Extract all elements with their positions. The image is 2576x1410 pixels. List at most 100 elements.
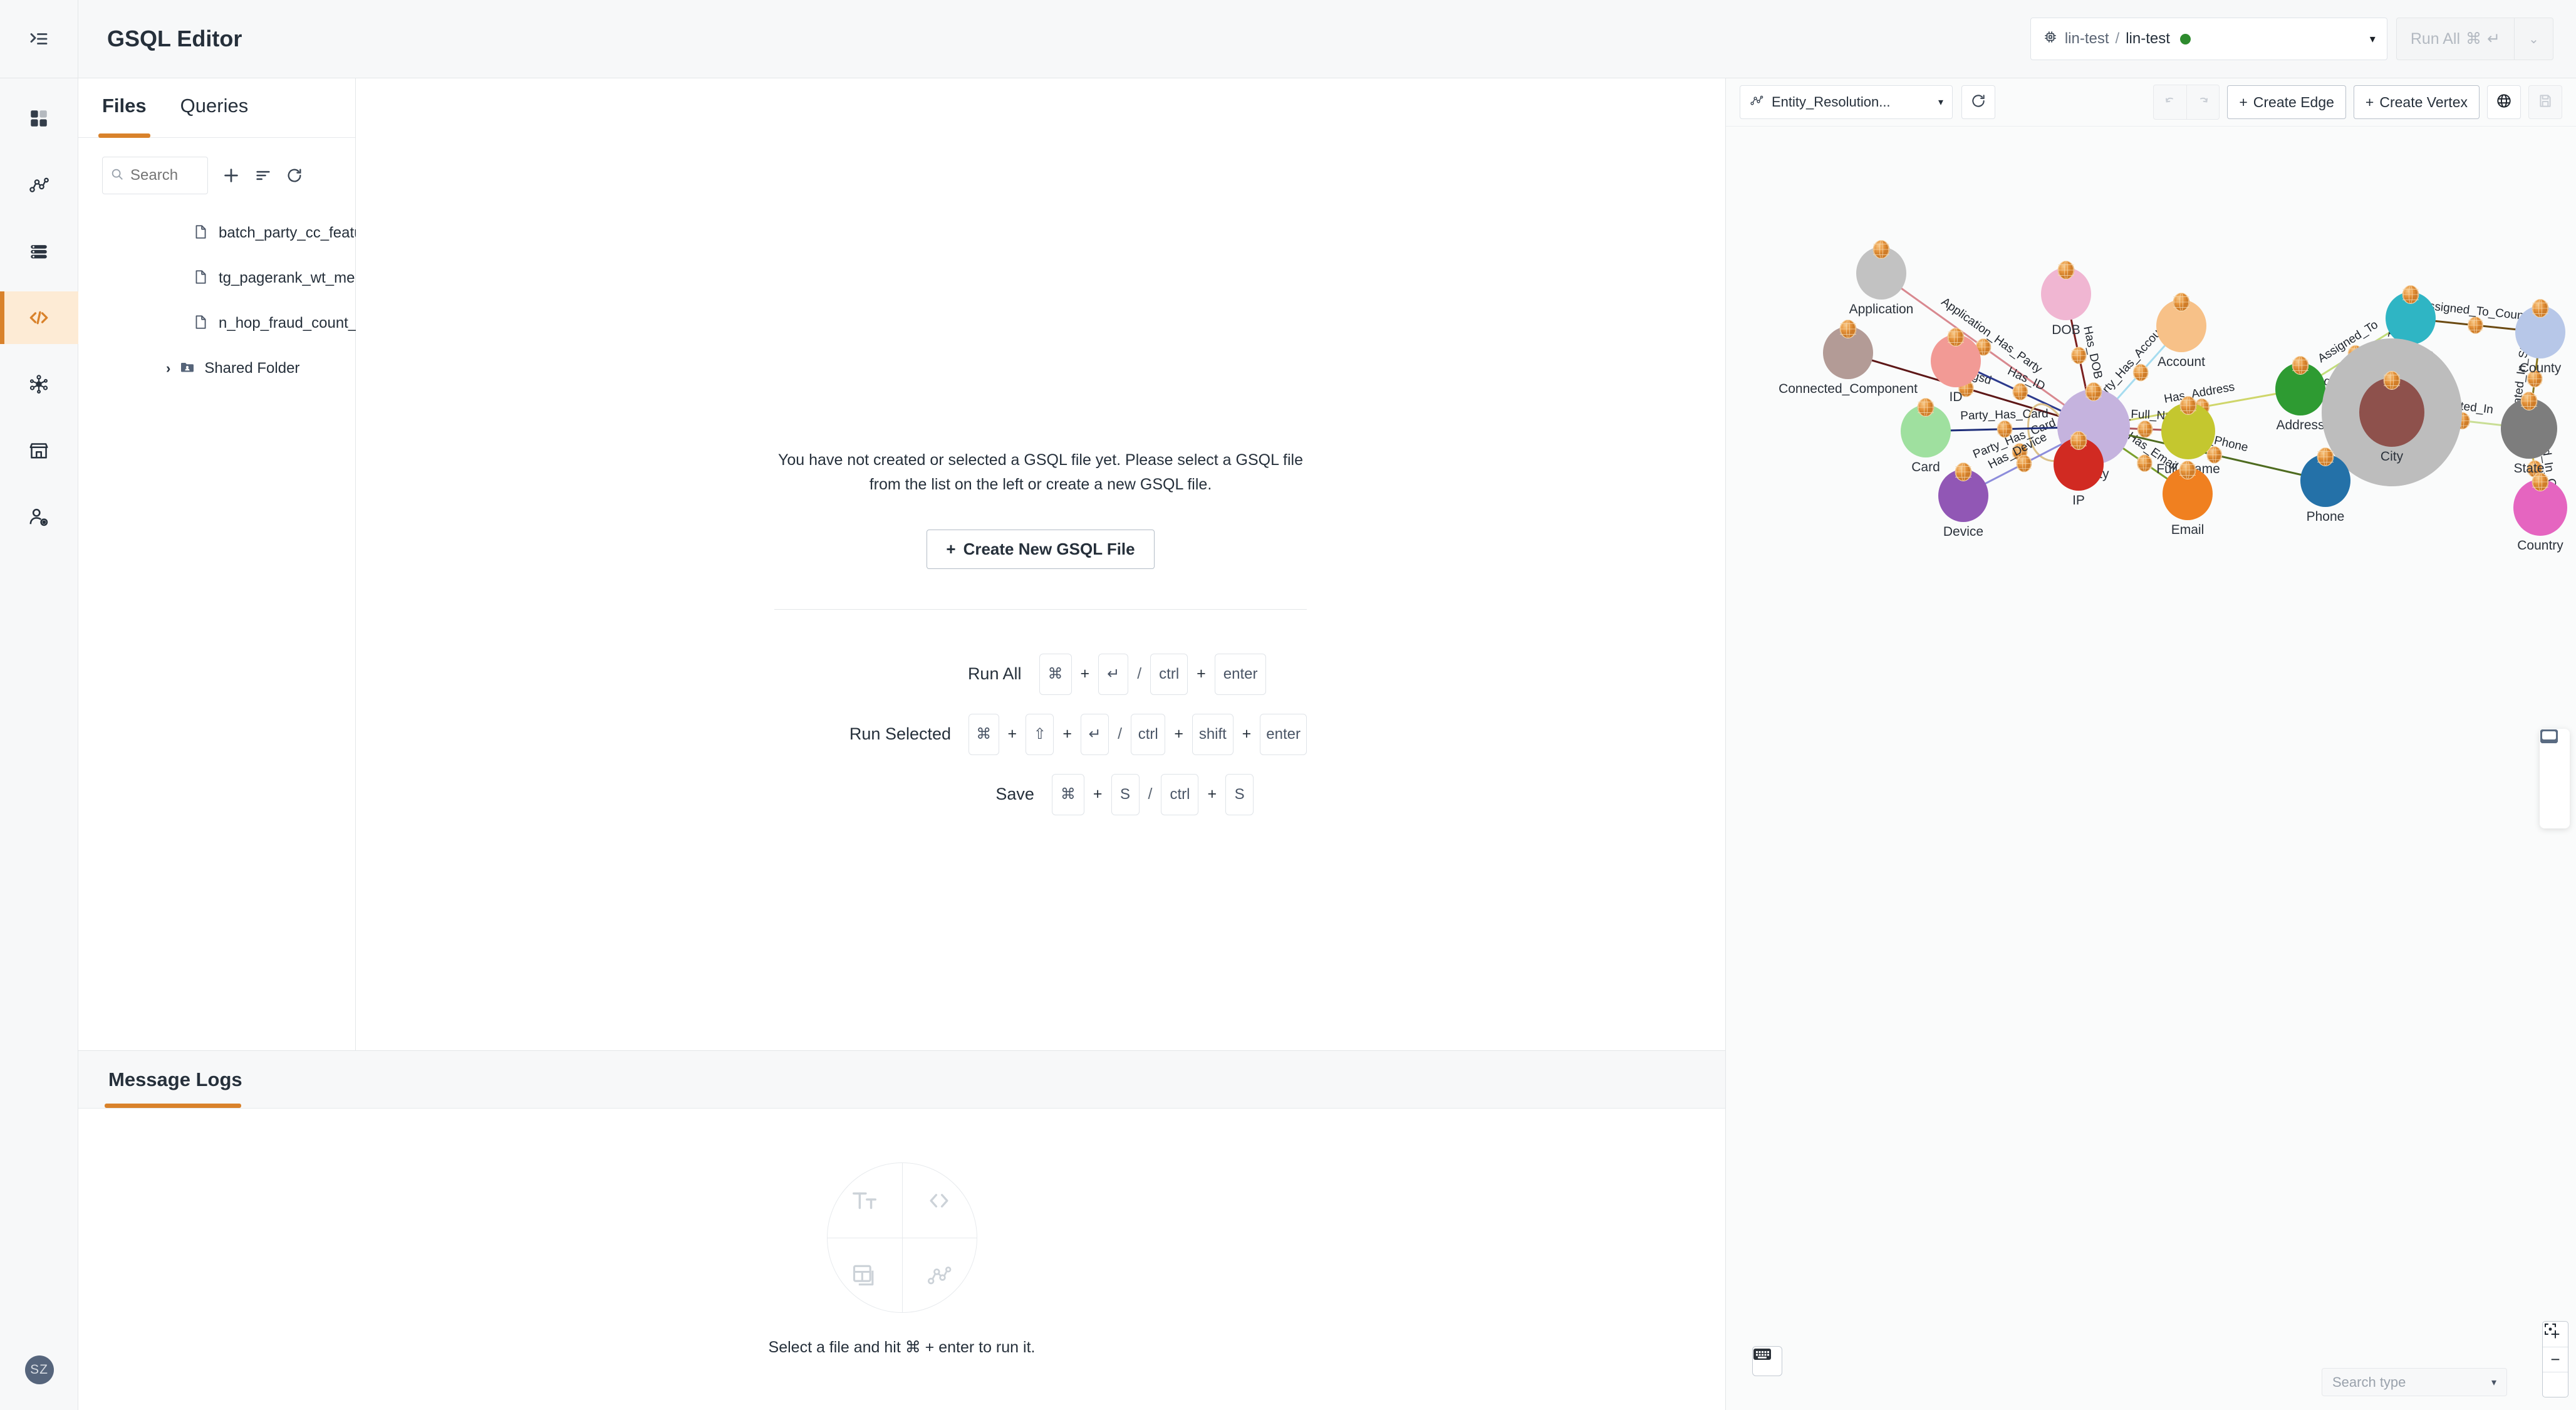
shortcut-row-run-selected: Run Selected ⌘ + ⇧ + ↵ / ctrl + shift + … [774,713,1307,755]
globe-marker-icon [2317,447,2334,466]
graph-selector[interactable]: lin-test / lin-test ▾ [2030,18,2387,60]
graph-node-account[interactable]: Account [2156,293,2206,369]
search-input-wrapper[interactable] [102,157,208,194]
undo-button[interactable] [2154,85,2186,119]
chevron-down-icon: ⌄ [2528,32,2539,46]
key-sep: + [1197,665,1206,682]
files-panel-tabs: Files Queries [78,78,355,138]
graph-name: lin-test [2126,30,2170,47]
run-all-button[interactable]: Run All ⌘ ↵ [2397,18,2514,60]
list-item[interactable]: batch_party_cc_features [78,211,383,256]
zoom-out-button[interactable]: − [2543,1347,2568,1372]
page-title: GSQL Editor [107,26,242,51]
refresh-icon[interactable] [286,167,303,184]
undo-redo-group [2153,85,2220,120]
active-tab-underline [105,1104,241,1108]
rail-item-graph-explore[interactable] [0,159,78,211]
graph-node-country[interactable]: Country [2513,473,2567,553]
schema-selector-label: Entity_Resolution... [1772,94,1891,110]
globe-marker-icon [1955,462,1972,481]
schema-graph-svg[interactable]: Application_Has_Party Has_DOBParty_Has_Ac… [1726,127,2576,1410]
enter-key-icon: ↵ [2487,30,2500,48]
chevron-right-icon[interactable]: › [166,360,170,377]
file-list: batch_party_cc_features tg_pagerank_wt_m… [78,211,397,391]
shortcut-row-run-all: Run All ⌘ + ↵ / ctrl + enter [774,653,1307,695]
rail-item-dashboard[interactable] [0,92,78,145]
key-ctrl: ctrl [1131,713,1166,755]
globe-marker-icon [2085,382,2102,401]
globe-marker-icon [2070,347,2087,365]
shortcut-label: Save [995,785,1034,803]
message-logs-body: Select a file and hit ⌘ + enter to run i… [78,1109,1725,1410]
message-logs-panel: Message Logs Select a file and hit ⌘ + e… [78,1050,1726,1410]
run-all-dropdown-button[interactable]: ⌄ [2514,18,2553,60]
layout-right-panel-icon[interactable] [2540,729,2564,798]
layout-bottom-panel-icon[interactable] [2540,729,2564,775]
rail-item-admin[interactable] [0,491,78,543]
avatar: SZ [24,1355,54,1384]
tab-queries[interactable]: Queries [180,78,249,138]
key-cmd: ⌘ [1039,653,1072,695]
grid-icon [28,108,49,129]
keyboard-shortcuts-button[interactable] [1752,1346,1782,1376]
breadcrumb-separator: / [2115,30,2120,47]
refresh-graph-button[interactable] [1961,85,1995,119]
key-ctrl: ctrl [1161,773,1199,815]
run-all-button-group[interactable]: Run All ⌘ ↵ ⌄ [2396,18,2553,60]
node-label: IP [2072,493,2085,508]
graph-node-card[interactable]: Card [1901,398,1951,474]
plus-icon: + [2365,93,2374,110]
globe-marker-icon [2173,293,2190,311]
message-logs-header: Message Logs [78,1051,1725,1109]
key-sep: + [1242,725,1252,743]
sort-icon[interactable] [254,167,272,184]
shortcut-row-save: Save ⌘ + S / ctrl + S [774,773,1307,815]
redo-button[interactable] [2186,85,2219,119]
search-type-dropdown[interactable]: Search type ▾ [2322,1368,2507,1396]
list-item[interactable]: n_hop_fraud_count_devi... [78,301,397,346]
list-item[interactable]: tg_pagerank_wt_merchant [78,256,397,301]
schema-graph-canvas[interactable]: Application_Has_Party Has_DOB Party_Has_Ac… [1726,127,2576,1410]
key-sep: / [1118,725,1123,743]
rail-item-data-load[interactable] [0,225,78,278]
chevron-down-icon: ▾ [1938,97,1943,108]
add-file-icon[interactable] [222,166,241,185]
editor-empty-state: You have not created or selected a GSQL … [774,448,1307,834]
fit-to-screen-button[interactable] [2543,1324,2568,1397]
user-avatar-button[interactable]: SZ [0,1330,78,1410]
graph-node-device[interactable]: Device [1938,462,1988,539]
rail-item-marketplace[interactable] [0,424,78,477]
create-edge-button[interactable]: + Create Edge [2227,85,2346,119]
save-schema-button[interactable] [2528,85,2562,119]
node-label: Connected_Component [1779,382,1918,396]
graph-node-connected_component[interactable]: Connected_Component [1779,320,1918,396]
globe-marker-icon [2179,461,2196,479]
schema-selector[interactable]: Entity_Resolution... ▾ [1740,85,1953,119]
rail-item-schema-designer[interactable] [0,358,78,410]
graph-node-address[interactable]: Address [2275,356,2325,432]
layout-full-bottom-icon[interactable] [2540,729,2564,821]
rail-item-gsql-editor[interactable] [0,291,78,344]
collapse-icon [28,28,50,50]
search-input[interactable] [130,167,200,184]
node-label: City [2381,449,2404,464]
search-type-placeholder: Search type [2332,1374,2406,1390]
key-sep: / [1148,785,1153,803]
globe-view-button[interactable] [2487,85,2521,119]
message-logs-title[interactable]: Message Logs [108,1068,242,1091]
schema-graph-toolbar: Entity_Resolution... ▾ + Create Edge + C… [1726,78,2576,127]
tab-files[interactable]: Files [98,78,150,138]
node-label: Email [2171,523,2205,537]
globe-marker-icon [2520,392,2538,410]
create-vertex-button[interactable]: + Create Vertex [2353,85,2480,119]
rail-item-collapse-sidebar[interactable] [0,0,78,78]
node-label: Phone [2307,509,2345,524]
globe-marker-icon [2292,356,2309,375]
create-new-gsql-file-button[interactable]: + Create New GSQL File [927,529,1155,569]
empty-placeholder-graphic [826,1162,977,1313]
list-item-shared-folder[interactable]: › Shared Folder [78,346,355,391]
cmd-key-icon: ⌘ [2466,30,2482,48]
key-s: S [1111,773,1140,815]
graph-node-dob[interactable]: DOB [2041,261,2091,337]
graph-node-application[interactable]: Application [1849,240,1914,316]
